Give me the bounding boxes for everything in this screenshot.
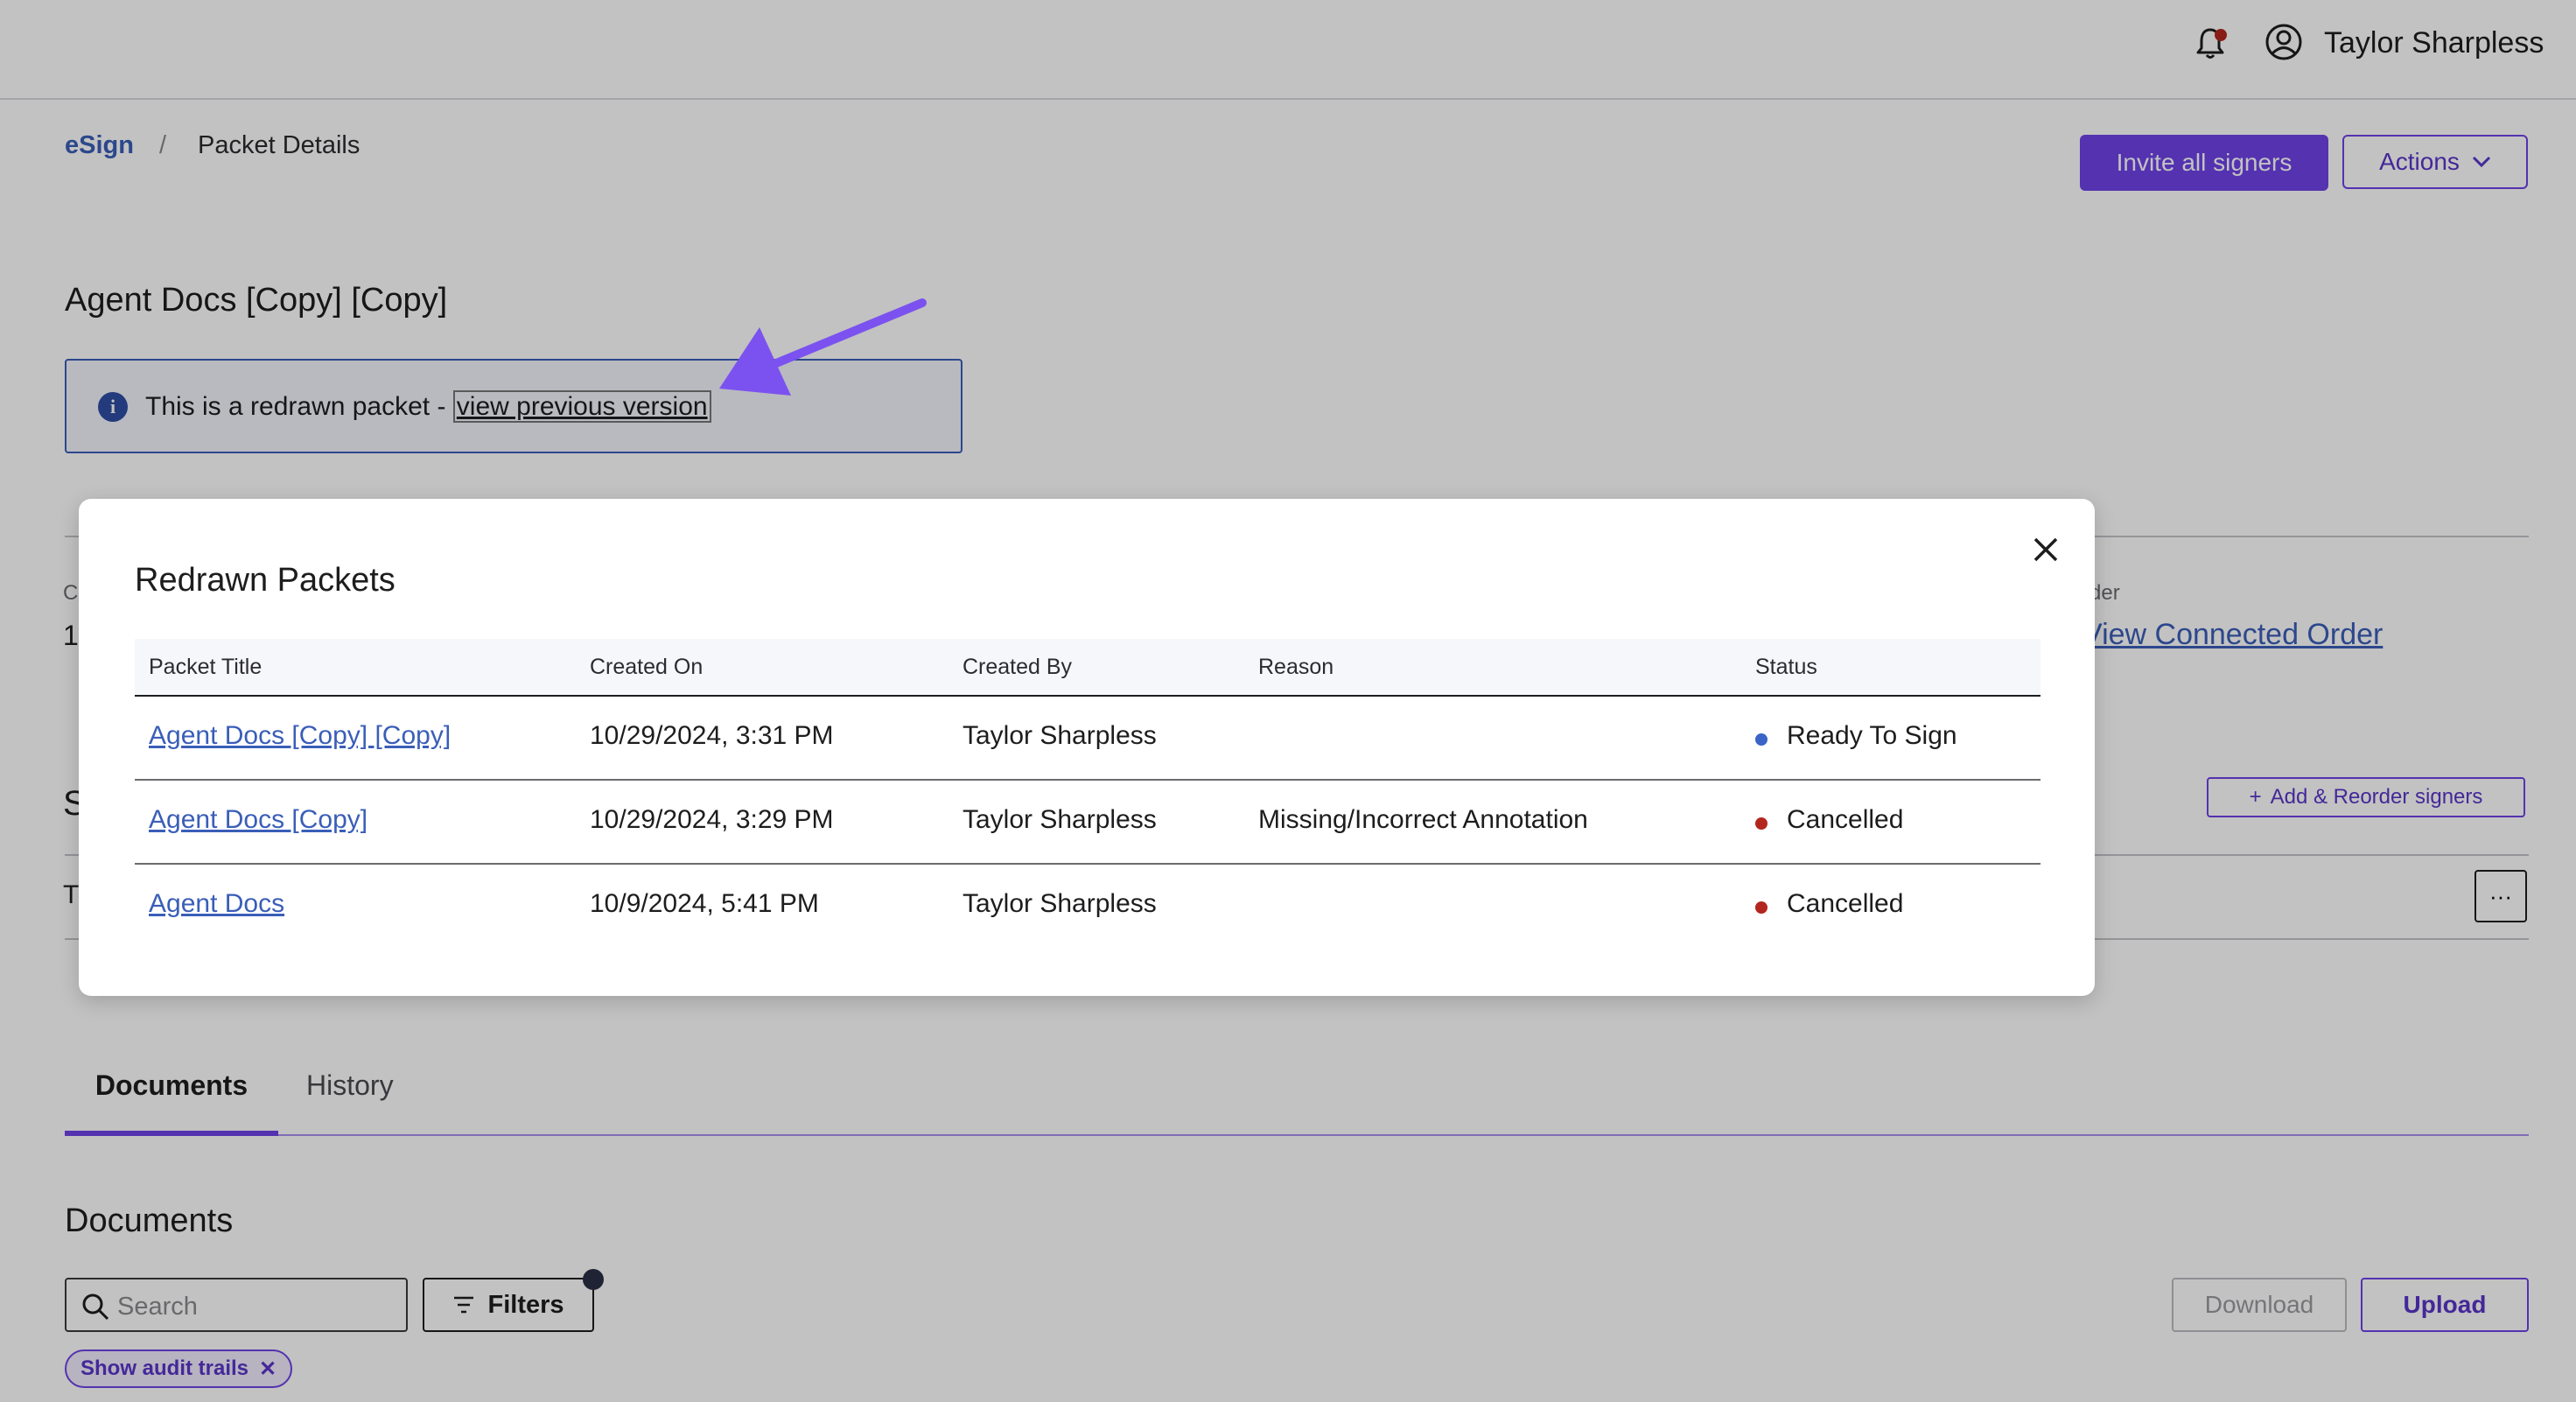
packet-link[interactable]: Agent Docs [Copy] [Copy]: [149, 721, 451, 750]
modal-close-button[interactable]: [2026, 530, 2065, 569]
reason-cell: Missing/Incorrect Annotation: [1258, 805, 1588, 834]
packet-title-cell: Agent Docs: [149, 889, 284, 919]
table-row: Agent Docs [Copy] [Copy] 10/29/2024, 3:3…: [135, 697, 2040, 781]
created-on-cell: 10/29/2024, 3:31 PM: [590, 721, 834, 750]
table-row: Agent Docs 10/9/2024, 5:41 PM Taylor Sha…: [135, 865, 2040, 947]
created-by-cell: Taylor Sharpless: [962, 889, 1157, 918]
status-dot: [1755, 817, 1768, 830]
status-cell: Cancelled: [1787, 889, 1904, 918]
packet-link[interactable]: Agent Docs [Copy]: [149, 805, 368, 834]
status-dot: [1755, 733, 1768, 746]
created-by-cell: Taylor Sharpless: [962, 721, 1157, 750]
packet-title-cell: Agent Docs [Copy] [Copy]: [149, 721, 451, 751]
status-cell: Ready To Sign: [1787, 721, 1957, 750]
table-header-row: Packet Title Created On Created By Reaso…: [135, 639, 2040, 697]
column-header-created-on: Created On: [590, 655, 704, 679]
redrawn-packets-table: Packet Title Created On Created By Reaso…: [135, 639, 2040, 947]
created-on-cell: 10/9/2024, 5:41 PM: [590, 889, 819, 918]
created-by-cell: Taylor Sharpless: [962, 805, 1157, 834]
packet-link[interactable]: Agent Docs: [149, 889, 284, 918]
status-dot: [1755, 901, 1768, 914]
column-header-created-by: Created By: [962, 655, 1073, 679]
close-icon: [2034, 537, 2058, 562]
column-header-packet-title: Packet Title: [149, 655, 262, 679]
column-header-status: Status: [1755, 655, 1817, 679]
column-header-reason: Reason: [1258, 655, 1334, 679]
table-row: Agent Docs [Copy] 10/29/2024, 3:29 PM Ta…: [135, 781, 2040, 865]
packet-title-cell: Agent Docs [Copy]: [149, 805, 368, 835]
created-on-cell: 10/29/2024, 3:29 PM: [590, 805, 834, 834]
modal-title: Redrawn Packets: [135, 562, 396, 599]
status-cell: Cancelled: [1787, 805, 1904, 834]
redrawn-packets-modal: Redrawn Packets Packet Title Created On …: [79, 499, 2095, 996]
